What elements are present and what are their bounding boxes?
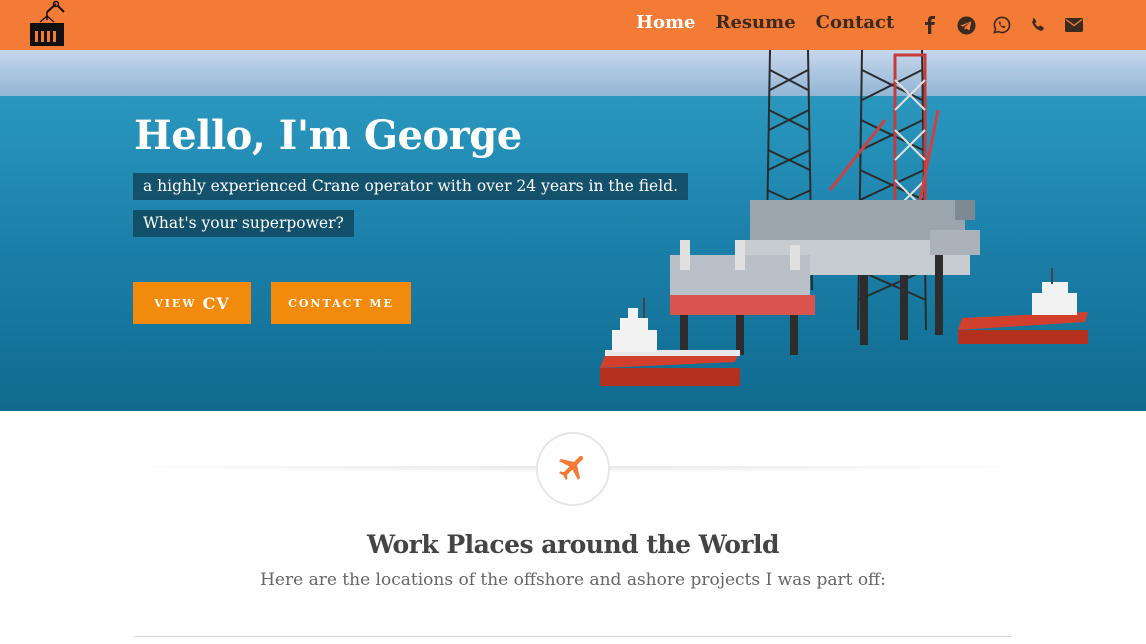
hero-question: What's your superpower? <box>133 210 354 237</box>
view-cv-label-big: CV <box>202 293 230 313</box>
hero-banner: Hello, I'm George a highly experienced C… <box>0 50 1146 411</box>
nav-links: Home Resume Contact <box>636 12 914 33</box>
hero-title: Hello, I'm George <box>134 112 522 159</box>
nav-resume-link[interactable]: Resume <box>716 12 796 33</box>
section-subtitle: Here are the locations of the offshore a… <box>260 570 886 590</box>
phone-icon[interactable] <box>1028 14 1048 36</box>
airplane-icon <box>556 450 590 488</box>
contact-me-button[interactable]: CONTACT ME <box>271 282 411 324</box>
telegram-icon[interactable] <box>956 14 976 36</box>
bottom-rule <box>134 636 1012 637</box>
view-cv-button[interactable]: VIEW CV <box>133 282 251 324</box>
view-cv-label-small: VIEW <box>154 296 197 310</box>
hero-tagline: a highly experienced Crane operator with… <box>133 173 689 200</box>
crane-container-icon[interactable] <box>26 0 68 50</box>
social-links <box>920 14 1100 36</box>
navbar: Home Resume Contact <box>0 0 1146 50</box>
nav-home-link[interactable]: Home <box>636 12 696 33</box>
facebook-icon[interactable] <box>920 14 940 36</box>
plane-badge <box>536 432 610 506</box>
section-title: Work Places around the World <box>366 530 780 559</box>
nav-contact-link[interactable]: Contact <box>816 12 895 33</box>
whatsapp-icon[interactable] <box>992 14 1012 36</box>
envelope-icon[interactable] <box>1064 14 1084 36</box>
